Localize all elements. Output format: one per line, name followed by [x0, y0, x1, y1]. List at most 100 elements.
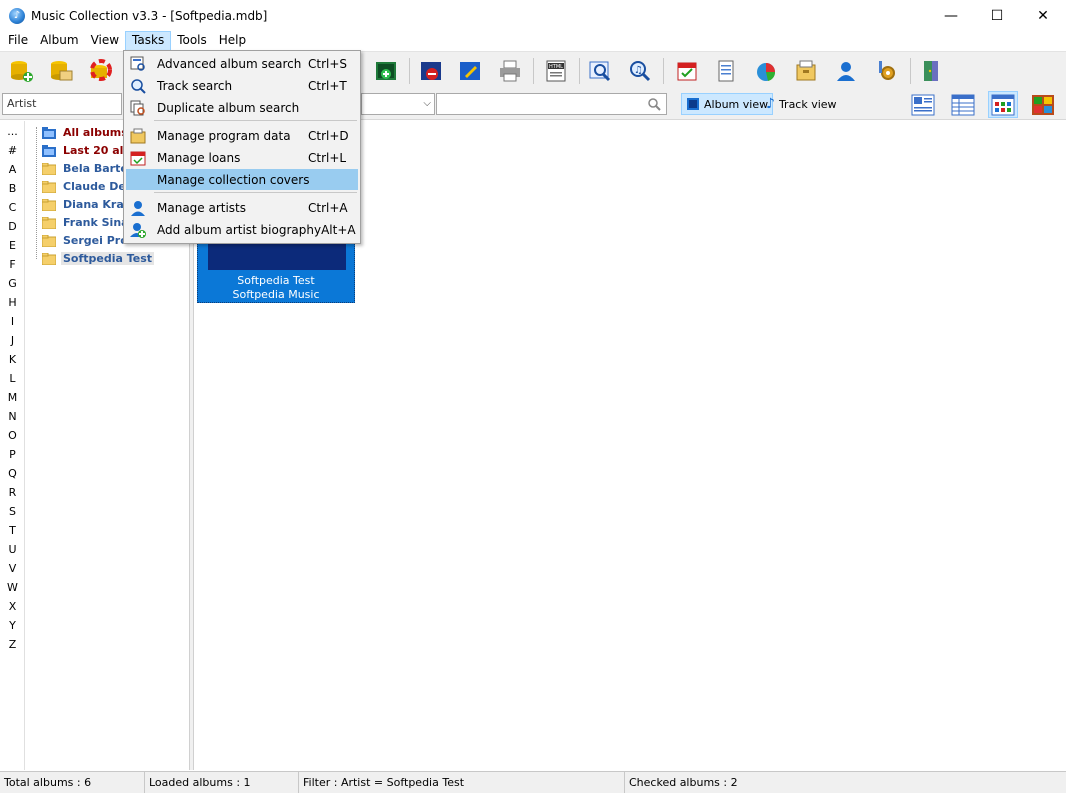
alphabet-letter[interactable]: Z — [0, 638, 25, 651]
artist-icon — [129, 199, 147, 217]
menu-item-shortcut: Ctrl+D — [308, 128, 349, 143]
alphabet-letter[interactable]: J — [0, 334, 25, 347]
tree-item[interactable]: Frank Sinat — [41, 214, 136, 231]
menu-item-manage-loans[interactable]: Manage loans Ctrl+L — [126, 147, 358, 168]
tree-item[interactable]: Diana Krall — [41, 196, 133, 213]
field-combo[interactable]: Artist — [2, 93, 122, 115]
alphabet-letter[interactable]: G — [0, 277, 25, 290]
menu-view[interactable]: View — [85, 31, 125, 51]
report-document-icon[interactable] — [711, 56, 741, 86]
menu-item-manage-program-data[interactable]: Manage program data Ctrl+D — [126, 125, 358, 146]
large-covers-view-icon[interactable] — [1028, 91, 1058, 118]
alphabet-letter[interactable]: F — [0, 258, 25, 271]
search-albums-icon[interactable] — [585, 56, 615, 86]
alphabet-letter[interactable]: M — [0, 391, 25, 404]
details-view-icon[interactable] — [908, 91, 938, 118]
minimize-button[interactable]: — — [928, 0, 974, 31]
alphabet-letter[interactable]: A — [0, 163, 25, 176]
alphabet-letter[interactable]: L — [0, 372, 25, 385]
menu-tools[interactable]: Tools — [171, 31, 213, 51]
track-view-toggle[interactable]: ♪ Track view — [762, 93, 841, 115]
tree-item[interactable]: Softpedia Test — [41, 250, 155, 267]
search-input[interactable] — [436, 93, 667, 115]
folder-icon — [41, 180, 57, 194]
folder-icon — [41, 162, 57, 176]
tree-item-label: All albums — [63, 126, 128, 139]
html-export-icon[interactable]: HTML — [541, 56, 571, 86]
cover-grid-view-icon[interactable] — [988, 91, 1018, 118]
alphabet-letter[interactable]: P — [0, 448, 25, 461]
tree-item[interactable]: All albums — [42, 124, 130, 141]
menu-item-duplicate-album-search[interactable]: Duplicate album search — [126, 97, 358, 118]
menu-item-shortcut: Ctrl+S — [308, 56, 348, 71]
menu-item-label: Manage loans — [157, 150, 241, 165]
alphabet-letter[interactable]: Y — [0, 619, 25, 632]
menu-item-manage-artists[interactable]: Manage artists Ctrl+A — [126, 197, 358, 218]
menu-item-label: Add album artist biography — [157, 222, 322, 237]
alphabet-letter[interactable]: D — [0, 220, 25, 233]
advanced-search-icon — [129, 55, 147, 73]
alphabet-letter[interactable]: S — [0, 505, 25, 518]
open-database-icon[interactable] — [46, 56, 76, 86]
alphabet-letter[interactable]: H — [0, 296, 25, 309]
status-bar: Total albums : 6 Loaded albums : 1 Filte… — [0, 771, 1066, 793]
alphabet-letter[interactable]: # — [0, 144, 25, 157]
alphabet-letter[interactable]: R — [0, 486, 25, 499]
alphabet-letter[interactable]: ... — [0, 125, 25, 138]
alphabet-letter[interactable]: Q — [0, 467, 25, 480]
menu-item-add-album-artist-biography[interactable]: Add album artist biography Alt+A — [126, 219, 358, 240]
program-data-icon — [129, 127, 147, 145]
album-view-toggle[interactable]: Album view — [681, 93, 774, 115]
menu-file[interactable]: File — [2, 31, 34, 51]
folder-icon — [41, 216, 57, 230]
alphabet-letter[interactable]: K — [0, 353, 25, 366]
toolbar-separator — [533, 58, 534, 84]
alphabet-letter[interactable]: C — [0, 201, 25, 214]
backup-lifebuoy-icon[interactable] — [86, 56, 116, 86]
track-search-icon[interactable]: ♫ — [625, 56, 655, 86]
value-combo[interactable]: ⌵ — [361, 93, 435, 115]
alphabet-letter[interactable]: O — [0, 429, 25, 442]
statistics-pie-icon[interactable] — [751, 56, 781, 86]
menu-album[interactable]: Album — [34, 31, 84, 51]
edit-album-icon[interactable] — [455, 56, 485, 86]
menu-tasks[interactable]: Tasks — [125, 31, 172, 51]
music-note-icon: ♪ — [766, 96, 775, 112]
menu-item-track-search[interactable]: Track search Ctrl+T — [126, 75, 358, 96]
alphabet-letter[interactable]: U — [0, 543, 25, 556]
tools-settings-icon[interactable] — [871, 56, 901, 86]
list-view-icon[interactable] — [948, 91, 978, 118]
alphabet-letter[interactable]: X — [0, 600, 25, 613]
alphabet-letter[interactable]: B — [0, 182, 25, 195]
alphabet-letter[interactable]: V — [0, 562, 25, 575]
alphabet-letter[interactable]: W — [0, 581, 25, 594]
tree-connector-line — [36, 127, 37, 259]
menu-help[interactable]: Help — [213, 31, 252, 51]
menu-item-label: Track search — [157, 78, 233, 93]
maximize-button[interactable]: ☐ — [974, 0, 1020, 31]
artist-icon[interactable] — [831, 56, 861, 86]
alphabet-letter[interactable]: I — [0, 315, 25, 328]
menu-bar: File Album View Tasks Tools Help — [0, 31, 1066, 51]
program-data-icon[interactable] — [791, 56, 821, 86]
close-button[interactable]: ✕ — [1020, 0, 1066, 31]
toolbar-separator — [910, 58, 911, 84]
delete-album-icon[interactable] — [416, 56, 446, 86]
tasks-menu: Advanced album search Ctrl+S Track search C… — [123, 50, 361, 244]
exit-door-icon[interactable] — [916, 56, 946, 86]
menu-separator — [154, 120, 357, 121]
alphabet-letter[interactable]: N — [0, 410, 25, 423]
alphabet-letter[interactable]: T — [0, 524, 25, 537]
add-album-icon[interactable] — [6, 56, 36, 86]
alphabet-letter[interactable]: E — [0, 239, 25, 252]
menu-item-manage-collection-covers[interactable]: Manage collection covers — [126, 169, 358, 190]
album-artist: Softpedia Music — [232, 288, 320, 301]
loans-calendar-icon[interactable] — [672, 56, 702, 86]
add-cover-icon[interactable] — [371, 56, 401, 86]
menu-separator — [154, 192, 357, 193]
menu-item-advanced-album-search[interactable]: Advanced album search Ctrl+S — [126, 53, 358, 74]
menu-item-label: Manage collection covers — [157, 172, 310, 187]
menu-item-shortcut: Ctrl+A — [308, 200, 348, 215]
print-icon[interactable] — [495, 56, 525, 86]
album-view-icon — [687, 98, 699, 110]
